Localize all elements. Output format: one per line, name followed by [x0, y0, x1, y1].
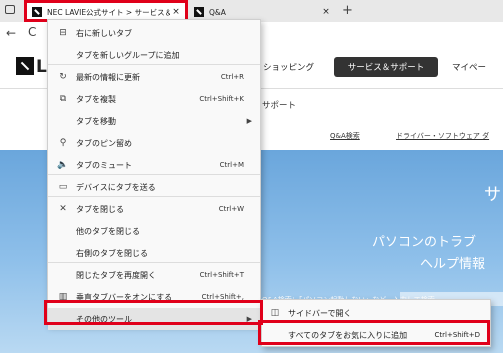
menu-item[interactable]: 🔈 タブのミュート Ctrl+M	[48, 154, 260, 176]
hero-heading: サ	[484, 185, 501, 205]
menu-item[interactable]: タブを移動 ▶	[48, 110, 260, 132]
close-tab-icon[interactable]: ×	[320, 7, 332, 17]
menu-item-label: タブのピン留め	[76, 138, 132, 148]
duplicate-icon: ⧉	[59, 94, 67, 104]
vertical-tabs-icon: ▥	[58, 292, 68, 302]
menu-item-label: 右側のタブを閉じる	[76, 248, 148, 258]
subnav-support[interactable]: サポート	[262, 99, 296, 111]
menu-item[interactable]: ⧉ タブを複製 Ctrl+Shift+K	[48, 88, 260, 110]
menu-item-label: タブのミュート	[76, 160, 132, 170]
menu-item-label: タブを移動	[76, 116, 116, 126]
menu-item-shortcut: Ctrl+Shift+T	[199, 271, 244, 279]
menu-item-shortcut: Ctrl+Shift+K	[199, 95, 244, 103]
driver-software-link[interactable]: ドライバー・ソフトウェア ダ	[396, 131, 489, 141]
nec-logo-icon	[16, 57, 34, 75]
workspaces-icon[interactable]	[5, 5, 15, 14]
tab-title: Q&A	[209, 7, 226, 17]
menu-item-label: その他のツール	[76, 314, 132, 324]
close-icon: ✕	[59, 204, 67, 214]
other-tools-submenu: ◫ サイドバーで開くすべてのタブをお気に入りに追加 Ctrl+Shift+D	[261, 299, 491, 347]
submenu-item[interactable]: すべてのタブをお気に入りに追加 Ctrl+Shift+D	[262, 324, 490, 346]
menu-item[interactable]: 他のタブを閉じる	[48, 220, 260, 242]
nec-favicon-icon	[194, 7, 204, 17]
submenu-arrow-icon: ▶	[246, 315, 252, 323]
sidebar-icon: ◫	[270, 308, 280, 318]
menu-item[interactable]: 右側のタブを閉じる	[48, 242, 260, 264]
menu-item-label: タブを閉じる	[76, 204, 124, 214]
menu-item-shortcut: Ctrl+Shift+,	[201, 293, 244, 301]
refresh-icon[interactable]: C	[28, 25, 36, 39]
hero-line-1: パソコンのトラブ	[372, 235, 477, 250]
menu-item[interactable]: ↻ 最新の情報に更新 Ctrl+R	[48, 66, 260, 88]
menu-item-label: タブを新しいグループに追加	[76, 50, 180, 60]
menu-item[interactable]: ⊟ 右に新しいタブ	[48, 22, 260, 44]
hero-line-2: ヘルプ情報	[420, 257, 486, 272]
pin-icon: ⚲	[59, 138, 67, 148]
nav-shopping[interactable]: ショッピング	[263, 61, 314, 73]
menu-item[interactable]: ▭ デバイスにタブを送る	[48, 176, 260, 198]
nav-service-support[interactable]: サービス＆サポート	[334, 57, 438, 77]
menu-item-shortcut: Ctrl+W	[218, 205, 244, 213]
qa-search-link[interactable]: Q&A検索	[330, 131, 360, 141]
menu-item-label: 他のタブを閉じる	[76, 226, 140, 236]
menu-item[interactable]: ✕ タブを閉じる Ctrl+W	[48, 198, 260, 220]
tab-context-menu: ⊟ 右に新しいタブタブを新しいグループに追加 ↻ 最新の情報に更新 Ctrl+R ⧉ タブを…	[47, 19, 261, 330]
menu-item[interactable]: ⚲ タブのピン留め	[48, 132, 260, 154]
menu-item-label: タブを複製	[76, 94, 116, 104]
menu-item[interactable]: その他のツール ▶	[48, 308, 260, 330]
menu-item[interactable]: ▥ 垂直タブバーをオンにする Ctrl+Shift+,	[48, 286, 260, 308]
menu-item-label: 右に新しいタブ	[76, 28, 132, 38]
new-tab-button[interactable]: +	[342, 3, 353, 18]
nec-favicon-icon	[32, 7, 42, 17]
menu-item-label: 垂直タブバーをオンにする	[76, 292, 173, 302]
menu-item-shortcut: Ctrl+M	[219, 161, 244, 169]
send-device-icon: ▭	[58, 182, 68, 192]
refresh-icon: ↻	[59, 72, 67, 82]
submenu-item[interactable]: ◫ サイドバーで開く	[262, 302, 490, 324]
submenu-item-label: サイドバーで開く	[288, 308, 352, 318]
nav-mypage[interactable]: マイペー	[452, 61, 486, 73]
submenu-arrow-icon: ▶	[246, 117, 252, 125]
submenu-item-shortcut: Ctrl+Shift+D	[434, 331, 481, 339]
menu-item-shortcut: Ctrl+R	[220, 73, 244, 81]
new-tab-right-icon: ⊟	[59, 28, 67, 38]
mute-icon: 🔈	[57, 160, 69, 170]
tab-title: NEC LAVIE公式サイト > サービス＆サ	[47, 7, 170, 17]
menu-item-label: 最新の情報に更新	[76, 72, 140, 82]
menu-item-label: デバイスにタブを送る	[76, 182, 156, 192]
menu-item[interactable]: 閉じたタブを再度開く Ctrl+Shift+T	[48, 264, 260, 286]
submenu-item-label: すべてのタブをお気に入りに追加	[288, 330, 408, 340]
close-tab-icon[interactable]: ×	[170, 7, 182, 17]
menu-item-label: 閉じたタブを再度開く	[76, 270, 156, 280]
menu-item[interactable]: タブを新しいグループに追加	[48, 44, 260, 66]
back-icon[interactable]: ←	[6, 26, 16, 40]
